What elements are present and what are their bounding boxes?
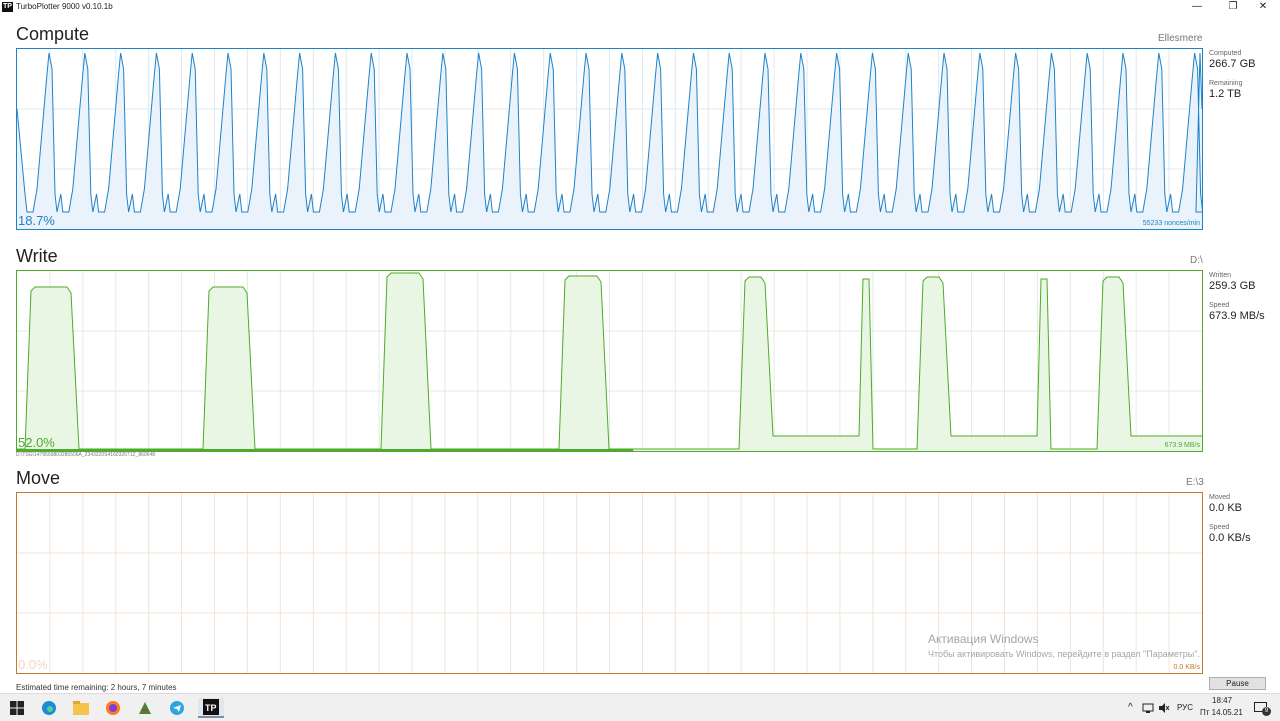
watermark-title: Активация Windows	[928, 632, 1039, 646]
taskbar: TP ^ РУС 18:47 Пт 14.05.21 9	[0, 693, 1280, 721]
write-graph: 52.0% 673.9 MB/s	[16, 270, 1203, 452]
notification-icon[interactable]: 9	[1250, 698, 1272, 718]
notification-badge: 9	[1262, 707, 1271, 716]
compute-title: Compute	[16, 24, 90, 44]
move-percent: 0.0%	[18, 657, 48, 672]
volume-muted-icon[interactable]	[1156, 698, 1172, 718]
write-rate: 673.9 MB/s	[1164, 442, 1200, 449]
write-speed-label: Speed	[1209, 302, 1230, 309]
watermark-text: Чтобы активировать Windows, перейдите в …	[928, 649, 1200, 659]
clock-date[interactable]: Пт 14.05.21	[1200, 708, 1243, 717]
move-title: Move	[16, 468, 61, 488]
svg-text:TP: TP	[205, 703, 217, 713]
moved-label: Moved	[1209, 494, 1231, 501]
start-icon[interactable]	[4, 698, 30, 718]
window-title: TurboPlotter 9000 v0.10.1b	[16, 2, 113, 11]
file-explorer-icon[interactable]	[68, 698, 94, 718]
computed-label: Computed	[1209, 50, 1242, 57]
close-button[interactable]: ✕	[1246, 0, 1280, 15]
written-label: Written	[1209, 272, 1232, 279]
pause-button[interactable]: Pause	[1209, 677, 1266, 690]
moved-value: 0.0 KB	[1209, 502, 1243, 514]
write-device: D:\	[1190, 255, 1203, 266]
write-title: Write	[16, 246, 58, 266]
maximize-button[interactable]: ❐	[1216, 0, 1250, 15]
written-value: 259.3 GB	[1209, 280, 1256, 292]
move-speed-label: Speed	[1209, 524, 1230, 531]
network-icon[interactable]	[1140, 698, 1156, 718]
game-icon[interactable]	[132, 698, 158, 718]
write-chart	[17, 271, 1202, 451]
move-stats: Moved 0.0 KB Speed 0.0 KB/s	[1209, 493, 1279, 553]
language-indicator[interactable]: РУС	[1177, 703, 1193, 712]
compute-stats: Computed 266.7 GB Remaining 1.2 TB	[1209, 49, 1279, 109]
activation-watermark: Активация Windows Чтобы активировать Win…	[928, 632, 1200, 659]
write-speed-value: 673.9 MB/s	[1209, 310, 1265, 322]
compute-percent: 18.7%	[18, 213, 55, 228]
remaining-label: Remaining	[1209, 80, 1243, 87]
compute-rate: 55233 nonces/min	[1142, 220, 1200, 227]
compute-device: Ellesmere	[1158, 33, 1203, 44]
compute-chart	[17, 49, 1202, 229]
app-logo-icon: TP	[2, 2, 13, 12]
firefox-icon[interactable]	[100, 698, 126, 718]
clock-time[interactable]: 18:47	[1212, 696, 1232, 705]
move-device: E:\3	[1186, 477, 1204, 488]
turboplotter-icon[interactable]: TP	[198, 698, 224, 718]
compute-graph: 18.7% 55233 nonces/min	[16, 48, 1203, 230]
write-percent: 52.0%	[18, 435, 55, 450]
edge-icon[interactable]	[36, 698, 62, 718]
tray-chevron-icon[interactable]: ^	[1128, 702, 1133, 713]
move-rate: 0.0 KB/s	[1173, 664, 1200, 671]
minimize-button[interactable]: —	[1180, 0, 1214, 15]
eta-status: Estimated time remaining: 2 hours, 7 min…	[16, 683, 177, 692]
write-file-path: D:\TSG\1479569803286506A_2343320S4160326…	[16, 452, 156, 458]
title-bar: TP TurboPlotter 9000 v0.10.1b — ❐ ✕	[0, 0, 1280, 15]
telegram-icon[interactable]	[164, 698, 190, 718]
remaining-value: 1.2 TB	[1209, 88, 1242, 100]
write-stats: Written 259.3 GB Speed 673.9 MB/s	[1209, 271, 1279, 331]
computed-value: 266.7 GB	[1209, 58, 1256, 70]
move-speed-value: 0.0 KB/s	[1209, 532, 1251, 544]
